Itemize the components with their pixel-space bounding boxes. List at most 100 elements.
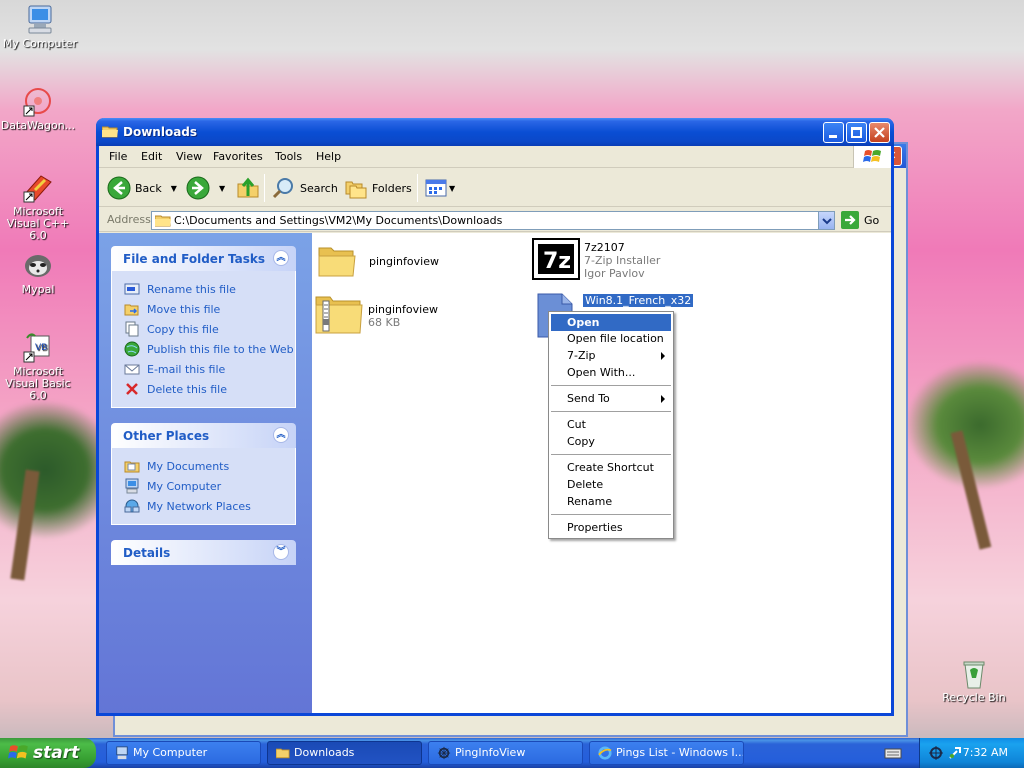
file-item-zip[interactable]: pinginfoview 68 KB — [314, 293, 514, 341]
menu-file[interactable]: File — [109, 150, 127, 163]
menu-favorites[interactable]: Favorites — [213, 150, 263, 163]
email-icon — [124, 361, 140, 377]
menu-separator — [551, 454, 671, 455]
settings-tray-icon[interactable] — [947, 745, 963, 761]
expand-chevron-icon[interactable]: ︾ — [273, 544, 289, 560]
pinginfoview-icon — [437, 746, 451, 760]
menu-separator — [551, 514, 671, 515]
search-label: Search — [300, 181, 338, 195]
system-tray: 7:32 AM — [919, 738, 1024, 768]
forward-dropdown-arrow-icon[interactable]: ▼ — [219, 184, 225, 193]
back-dropdown-arrow-icon[interactable]: ▼ — [171, 184, 177, 193]
desktop-icon-visual-cpp[interactable]: Microsoft Visual C++ 6.0 — [0, 170, 78, 242]
menu-item-open-with[interactable]: Open With... — [551, 364, 671, 381]
submenu-arrow-icon — [661, 352, 665, 360]
menu-view[interactable]: View — [176, 150, 202, 163]
panel-header[interactable]: File and Folder Tasks ︽ — [111, 246, 296, 271]
context-menu: Open Open file location 7-Zip Open With.… — [548, 311, 674, 539]
my-computer-icon — [124, 478, 140, 494]
task-label: Rename this file — [147, 282, 236, 296]
desktop-icon-recycle-bin[interactable]: Recycle Bin — [934, 656, 1014, 704]
menu-item-properties[interactable]: Properties — [551, 519, 671, 536]
title-bar[interactable]: Downloads — [96, 118, 894, 146]
mypal-raccoon-icon — [21, 248, 55, 282]
address-dropdown-button[interactable] — [818, 212, 834, 229]
desktop-icon-label: DataWagon... — [0, 119, 76, 132]
menu-item-rename[interactable]: Rename — [551, 493, 671, 510]
menu-item-open-file-location[interactable]: Open file location — [551, 330, 671, 347]
start-button[interactable]: start — [0, 738, 96, 768]
menu-item-delete[interactable]: Delete — [551, 476, 671, 493]
menu-edit[interactable]: Edit — [141, 150, 162, 163]
task-move[interactable]: Move this file — [124, 299, 295, 319]
place-my-computer[interactable]: My Computer — [124, 476, 295, 496]
network-tray-icon[interactable] — [928, 745, 944, 761]
my-documents-icon — [124, 458, 140, 474]
menu-item-cut[interactable]: Cut — [551, 416, 671, 433]
place-label: My Computer — [147, 479, 222, 493]
desktop-icon-mypal[interactable]: Mypal — [0, 248, 78, 296]
panel-header[interactable]: Other Places ︽ — [111, 423, 296, 448]
menu-tools[interactable]: Tools — [275, 150, 302, 163]
my-computer-icon — [116, 746, 128, 760]
panel-title: Other Places — [123, 429, 210, 443]
address-label: Address — [107, 213, 151, 226]
file-item-7z-installer[interactable]: 7z 7z2107 7-Zip Installer Igor Pavlov — [532, 238, 732, 286]
toolbar-separator — [417, 174, 418, 202]
folders-button[interactable]: Folders — [344, 175, 412, 201]
task-email[interactable]: E-mail this file — [124, 359, 295, 379]
views-button[interactable]: ▼ — [425, 175, 455, 201]
task-publish-web[interactable]: Publish this file to the Web — [124, 339, 295, 359]
views-dropdown-arrow-icon: ▼ — [449, 183, 456, 193]
panel-title: File and Folder Tasks — [123, 252, 266, 266]
up-folder-button[interactable] — [236, 175, 260, 201]
other-places-panel: Other Places ︽ My Documents My Computer … — [111, 423, 296, 525]
globe-icon — [124, 341, 140, 357]
keyboard-icon[interactable] — [884, 745, 902, 761]
taskbar-button-downloads[interactable]: Downloads — [267, 741, 422, 765]
desktop-icon-label: Microsoft Visual C++ 6.0 — [6, 205, 70, 242]
panel-header[interactable]: Details ︾ — [111, 540, 296, 565]
collapse-chevron-icon[interactable]: ︽ — [273, 427, 289, 443]
close-button[interactable] — [869, 122, 890, 143]
recycle-bin-icon — [957, 656, 991, 690]
panel-body: My Documents My Computer My Network Plac… — [111, 448, 296, 525]
menu-item-create-shortcut[interactable]: Create Shortcut — [551, 459, 671, 476]
collapse-chevron-icon[interactable]: ︽ — [273, 250, 289, 266]
maximize-button[interactable] — [846, 122, 867, 143]
place-label: My Documents — [147, 459, 230, 473]
menu-item-7zip[interactable]: 7-Zip — [551, 347, 671, 364]
address-bar: Address C:\Documents and Settings\VM2\My… — [99, 208, 891, 232]
file-item-folder[interactable]: pinginfoview — [317, 242, 517, 290]
menu-item-copy[interactable]: Copy — [551, 433, 671, 450]
views-icon — [425, 179, 447, 197]
taskbar-button-pinginfoview[interactable]: PingInfoView — [428, 741, 583, 765]
datawagon-icon — [21, 84, 55, 118]
place-my-network-places[interactable]: My Network Places — [124, 496, 295, 516]
menu-separator — [551, 385, 671, 386]
desktop-icon-my-computer[interactable]: My Computer — [0, 2, 80, 50]
address-field[interactable]: C:\Documents and Settings\VM2\My Documen… — [151, 211, 835, 230]
task-label: Delete this file — [147, 382, 227, 396]
task-delete[interactable]: Delete this file — [124, 379, 295, 399]
folder-icon — [101, 125, 118, 138]
minimize-button[interactable] — [823, 122, 844, 143]
desktop-icon-datawagon[interactable]: DataWagon... — [0, 84, 78, 132]
taskbar-button-my-computer[interactable]: My Computer — [106, 741, 261, 765]
task-rename[interactable]: Rename this file — [124, 279, 295, 299]
menu-item-send-to[interactable]: Send To — [551, 390, 671, 407]
taskbar-button-label: Pings List - Windows I... — [616, 746, 744, 759]
go-button[interactable]: Go — [841, 211, 879, 229]
forward-button[interactable]: ▼ — [186, 175, 225, 201]
details-panel: Details ︾ — [111, 540, 296, 565]
desktop-icon-visual-basic[interactable]: VB Microsoft Visual Basic 6.0 — [0, 330, 78, 402]
back-button[interactable]: Back ▼ — [107, 175, 177, 201]
toolbar: Back ▼ ▼ Search Folders ▼ — [99, 169, 891, 207]
taskbar-button-pings-list[interactable]: Pings List - Windows I... — [589, 741, 744, 765]
menu-item-open[interactable]: Open — [551, 314, 671, 331]
file-name: pinginfoview — [369, 255, 439, 268]
search-button[interactable]: Search — [272, 175, 338, 201]
place-my-documents[interactable]: My Documents — [124, 456, 295, 476]
task-copy[interactable]: Copy this file — [124, 319, 295, 339]
menu-help[interactable]: Help — [316, 150, 341, 163]
